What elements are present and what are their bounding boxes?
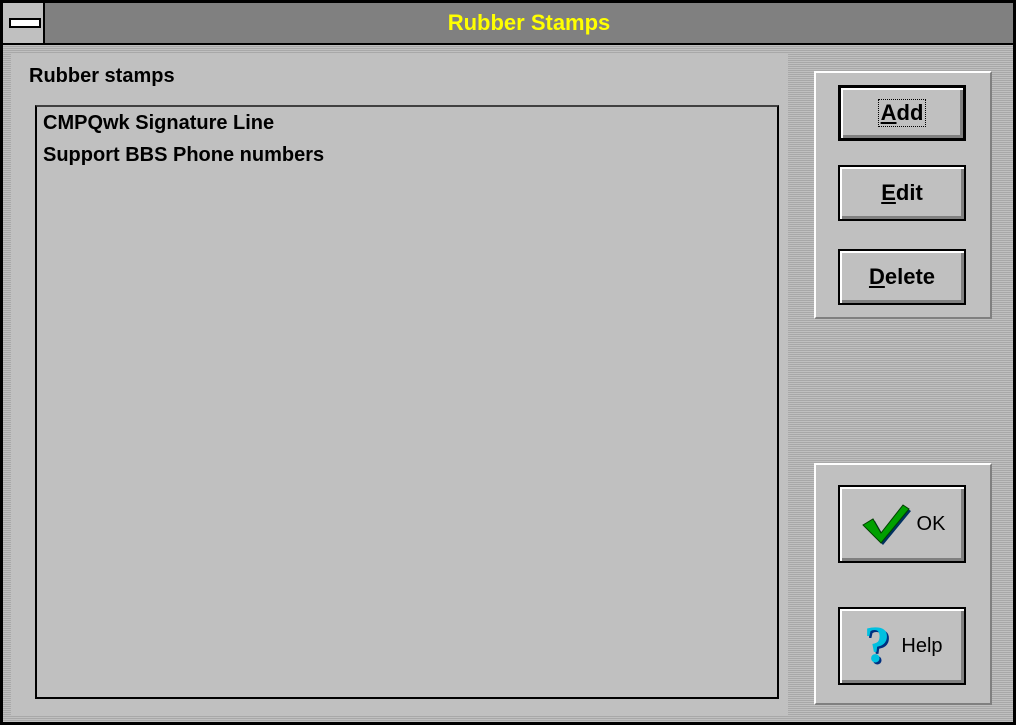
delete-button-label: Delete [868,264,936,289]
system-menu-button[interactable] [3,3,45,43]
ok-button[interactable]: OK [838,485,966,563]
dialog-client-area: Rubber stamps CMPQwk Signature Line Supp… [11,53,1005,715]
svg-text:?: ? [864,620,890,672]
help-button-label: Help [901,634,943,657]
rubber-stamps-dialog: Rubber Stamps Rubber stamps CMPQwk Signa… [0,0,1016,725]
add-button-label: Add [877,99,927,127]
dialog-buttons-panel: OK ? ? Help [814,463,992,705]
title-bar: Rubber Stamps [3,3,1013,45]
list-item[interactable]: Support BBS Phone numbers [37,139,777,171]
ok-button-label: OK [916,512,946,535]
checkmark-icon [861,504,911,545]
action-buttons-panel: Add Edit Delete [814,71,992,319]
delete-button[interactable]: Delete [838,249,966,305]
help-button[interactable]: ? ? Help [838,607,966,685]
edit-button-label: Edit [881,180,923,205]
edit-button[interactable]: Edit [838,165,966,221]
window-title: Rubber Stamps [447,10,611,35]
stamps-list-label: Rubber stamps [29,65,175,87]
add-button[interactable]: Add [838,85,966,141]
stamps-panel: Rubber stamps CMPQwk Signature Line Supp… [11,53,788,715]
question-mark-icon: ? ? [864,620,892,672]
system-menu-icon [9,18,41,28]
list-item[interactable]: CMPQwk Signature Line [37,107,777,139]
stamps-listbox[interactable]: CMPQwk Signature Line Support BBS Phone … [35,105,779,699]
